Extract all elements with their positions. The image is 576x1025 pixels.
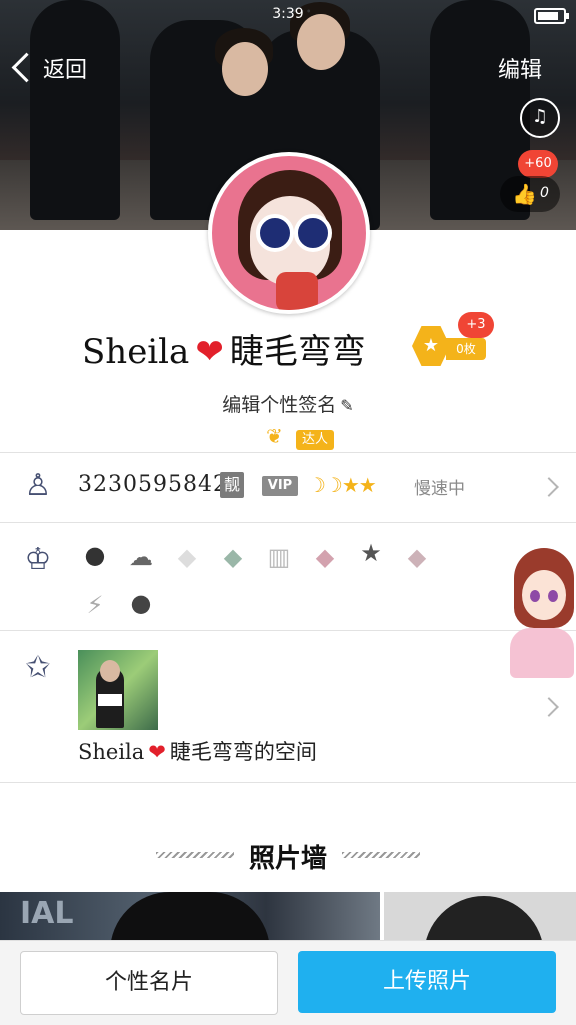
chevron-right-icon	[539, 697, 559, 717]
sticker-face	[522, 570, 566, 620]
sticker-eye-right	[548, 590, 558, 602]
status-bar: 4G ••• 3:39	[0, 0, 576, 30]
heart-icon: ❤	[148, 740, 166, 764]
speed-status: 慢速中	[414, 479, 465, 499]
sticker-eye-left	[530, 590, 540, 602]
book-medal-icon[interactable]: ▥	[262, 540, 296, 574]
cloud-v-medal-icon[interactable]: ☁	[124, 540, 158, 574]
signature-label: 编辑个性签名	[222, 394, 337, 416]
rose-diamond-icon[interactable]: ◆	[400, 540, 434, 574]
vip-badge: VIP	[262, 476, 298, 496]
star-medal-icon: ★	[412, 326, 450, 366]
star-medal-icon[interactable]: ★	[354, 536, 388, 570]
avatar-glasses-right	[294, 214, 332, 252]
back-chevron-icon	[11, 52, 42, 83]
upload-photo-button[interactable]: 上传照片	[298, 951, 556, 1013]
nickname-text: Sheila	[82, 332, 190, 372]
bottom-bar: 个性名片 上传照片	[0, 940, 576, 1025]
thumbs-up-icon: 👍	[512, 182, 537, 206]
thumb-face	[100, 660, 120, 682]
photo-1-figure	[110, 892, 270, 944]
cover-face-1	[222, 42, 268, 96]
battery-icon	[534, 8, 569, 24]
qq-number: 3230595842	[78, 472, 228, 497]
section-line-right	[342, 852, 420, 858]
photo-wall-photo-1[interactable]: IAL	[0, 892, 380, 944]
cover-figure-1	[30, 0, 120, 220]
lightning-diamond-icon[interactable]: ◆	[216, 540, 250, 574]
lightning-medal-icon[interactable]: ⚡	[78, 588, 112, 622]
back-button[interactable]: 返回	[11, 52, 88, 84]
level-medal[interactable]: ★ 0枚 +3	[412, 312, 494, 366]
like-button[interactable]: 👍 0	[500, 176, 560, 212]
diamond-medal-icon[interactable]: ◆	[170, 540, 204, 574]
like-increment-badge: +60	[518, 150, 558, 178]
nickname-text-2: 睫毛弯弯	[229, 332, 366, 372]
status-time: 3:39	[272, 6, 304, 22]
signature-edit[interactable]: 编辑个性签名 ✎	[0, 390, 576, 417]
space-title: Sheila ❤ 睫毛弯弯的空间	[78, 736, 317, 766]
photo-2-figure	[424, 896, 544, 944]
floating-girl-sticker[interactable]	[500, 548, 576, 678]
crown-icon: ♔	[24, 542, 52, 577]
avatar-glasses-left	[256, 214, 294, 252]
photo-wall-title: 照片墙	[248, 844, 327, 874]
talent-label: 达人	[296, 430, 335, 450]
star-badge-icon: ✩	[25, 650, 51, 685]
liang-badge: 靓	[220, 472, 244, 498]
edit-button[interactable]: 编辑	[498, 52, 542, 84]
sticker-dress	[510, 628, 574, 678]
back-label: 返回	[43, 58, 88, 83]
avatar-drink	[276, 272, 318, 310]
chevron-right-icon	[539, 477, 559, 497]
nickname: Sheila ❤ 睫毛弯弯	[82, 324, 366, 373]
space-title-text-2: 睫毛弯弯的空间	[169, 740, 317, 764]
thumb-label	[98, 694, 122, 706]
medal-badge: +3	[458, 312, 494, 338]
penguin-medal-icon[interactable]: ●	[78, 538, 112, 572]
divider	[0, 782, 576, 783]
wing-icon: ❦	[266, 424, 283, 448]
chick-medal-icon[interactable]: ●	[124, 586, 158, 620]
profile-card-button[interactable]: 个性名片	[20, 951, 278, 1015]
edit-pencil-icon: ✎	[340, 396, 354, 415]
photo-1-text: IAL	[20, 896, 74, 931]
level-stars: ☽☽★★	[308, 473, 377, 497]
avatar[interactable]	[208, 152, 370, 314]
penguin-icon: ♙	[24, 468, 52, 503]
photo-wall-photo-2[interactable]	[384, 892, 576, 944]
music-note-icon[interactable]: ♫	[520, 98, 560, 138]
space-title-text: Sheila	[78, 740, 145, 764]
like-count: 0	[540, 185, 549, 201]
heart-icon: ❤	[195, 332, 224, 372]
pink-diamond-icon[interactable]: ◆	[308, 540, 342, 574]
medal-count: 0枚	[446, 338, 486, 360]
talent-badge[interactable]: ❦ 达人	[266, 424, 340, 452]
space-thumbnail[interactable]	[78, 650, 158, 730]
